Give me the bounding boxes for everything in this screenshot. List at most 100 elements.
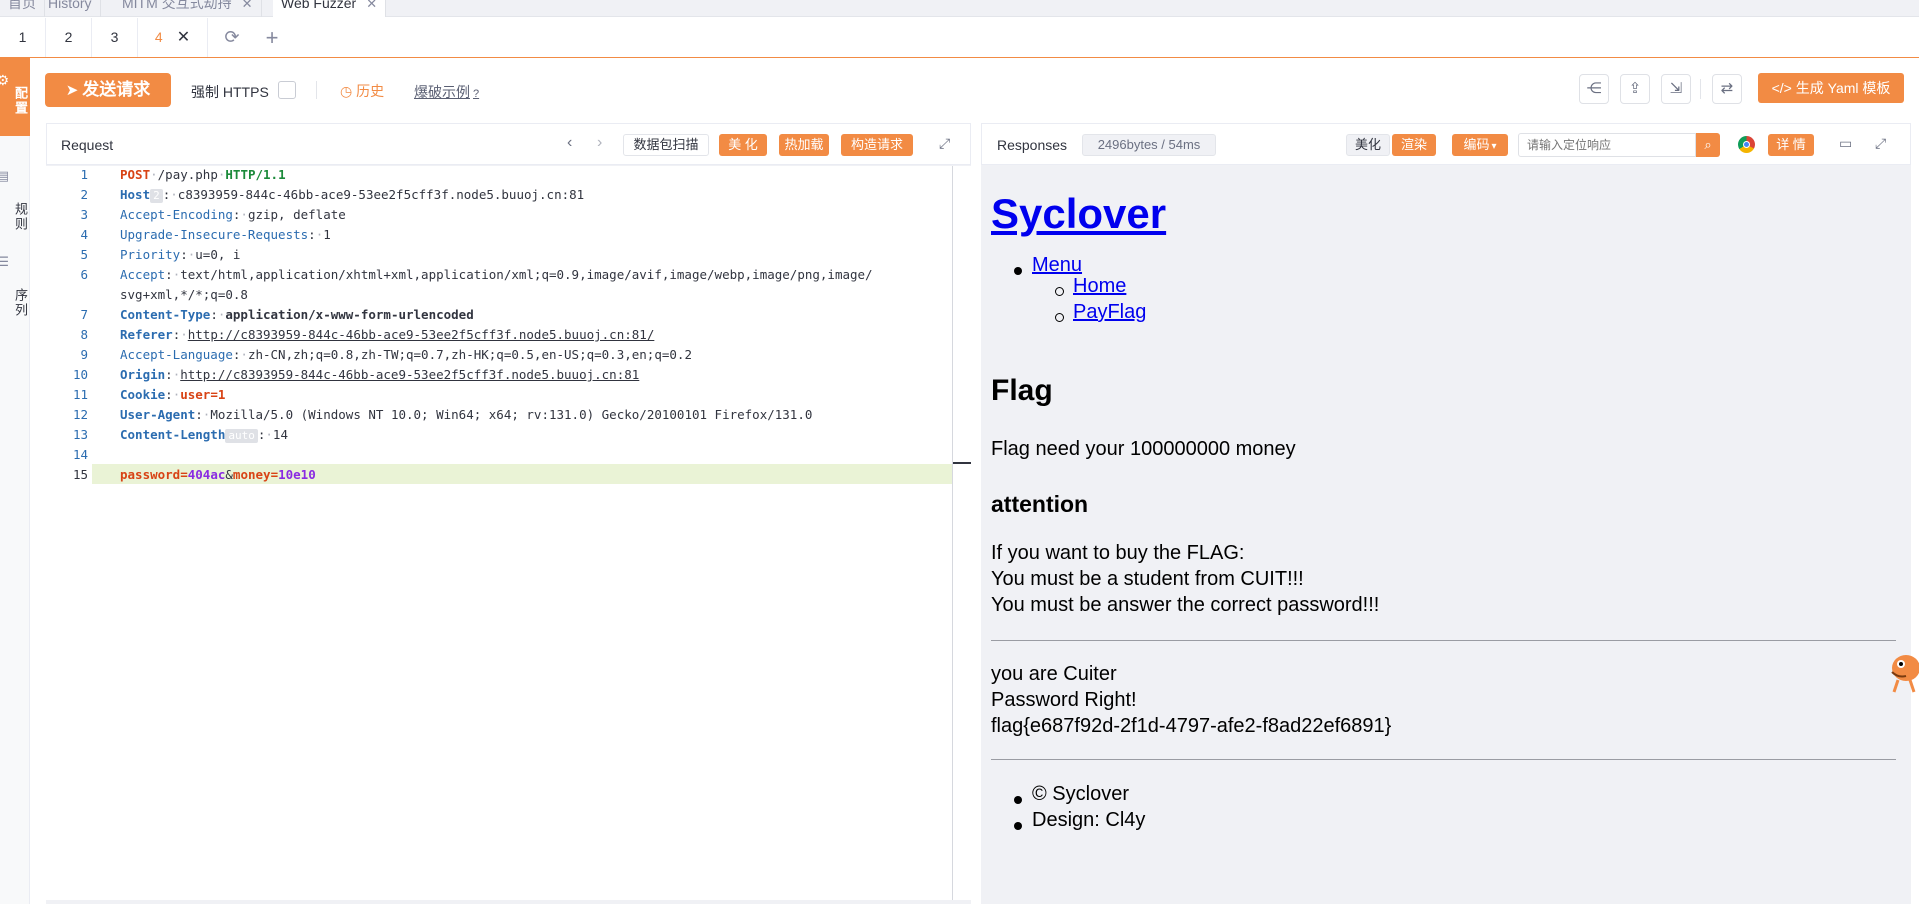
packet-scan-label: 数据包扫描 bbox=[633, 137, 699, 152]
force-https-checkbox[interactable] bbox=[278, 81, 296, 99]
result-line: Password Right! bbox=[991, 689, 1137, 711]
locate-response-input[interactable] bbox=[1518, 133, 1696, 157]
response-beautify-button[interactable]: 美化 bbox=[1346, 134, 1390, 156]
comment-icon[interactable]: ▭ bbox=[1839, 135, 1852, 152]
close-icon[interactable]: ✕ bbox=[366, 0, 377, 11]
add-tab-icon[interactable]: + bbox=[252, 18, 292, 57]
hotload-button[interactable]: 热加载 bbox=[779, 134, 829, 156]
tab-label: MITM 交互式劫持 bbox=[122, 0, 232, 11]
flag-heading: Flag bbox=[991, 374, 1053, 407]
instruction-line: You must be answer the correct password!… bbox=[991, 594, 1380, 616]
list-bullet bbox=[1014, 796, 1022, 804]
swap-icon[interactable]: ⇄ bbox=[1712, 74, 1742, 104]
tab-history[interactable]: History bbox=[40, 0, 101, 17]
render-button[interactable]: 渲染 bbox=[1392, 134, 1436, 156]
code-line: password=404ac&money=10e10 bbox=[120, 467, 316, 482]
send-request-button[interactable]: ➤ 发送请求 bbox=[45, 73, 171, 107]
code-icon: </> bbox=[1771, 80, 1792, 96]
history-label: 历史 bbox=[356, 83, 385, 99]
sidebar-item-sequence[interactable]: 序列 ☰ bbox=[0, 240, 30, 360]
refresh-icon[interactable]: ⟳ bbox=[212, 18, 252, 57]
request-editor[interactable]: 1 POST·/pay.php·HTTP/1.1 2 Host 2:·c83939… bbox=[46, 166, 971, 900]
share-icon[interactable]: ⋲ bbox=[1579, 74, 1609, 104]
menu-link[interactable]: Menu bbox=[1032, 254, 1082, 277]
flag-need-text: Flag need your 100000000 money bbox=[991, 438, 1296, 460]
hotload-label: 热加载 bbox=[784, 137, 824, 152]
export-icon[interactable]: ⇪ bbox=[1620, 74, 1650, 104]
header-key: Accept bbox=[120, 267, 166, 282]
chevron-down-icon: ▾ bbox=[1491, 141, 1497, 152]
home-link[interactable]: Home bbox=[1073, 275, 1126, 298]
detail-button[interactable]: 详 情 bbox=[1768, 134, 1814, 156]
search-icon[interactable]: ⌕ bbox=[1696, 133, 1720, 157]
line-number: 13 bbox=[72, 427, 88, 442]
code-line: Referer:·http://c8393959-844c-46bb-ace9-… bbox=[120, 327, 655, 342]
stack-icon: ☰ bbox=[0, 254, 11, 269]
result-line: you are Cuiter bbox=[991, 663, 1117, 685]
send-icon: ➤ bbox=[65, 82, 79, 99]
chevron-left-icon[interactable]: ‹ bbox=[567, 134, 572, 152]
http-protocol: HTTP/1.1 bbox=[225, 167, 286, 182]
fullscreen-icon[interactable]: ⤢ bbox=[939, 135, 950, 152]
payflag-link[interactable]: PayFlag bbox=[1073, 301, 1146, 324]
header-key: Priority bbox=[120, 247, 181, 262]
beautify-button[interactable]: 美 化 bbox=[719, 134, 767, 156]
encode-dropdown[interactable]: 编码 ▾ bbox=[1452, 134, 1508, 156]
tab-web-fuzzer[interactable]: Web Fuzzer ✕ bbox=[273, 0, 387, 17]
code-line: Origin:·http://c8393959-844c-46bb-ace9-5… bbox=[120, 367, 640, 382]
clock-icon: ◷ bbox=[340, 83, 353, 99]
tab-home[interactable]: 首页 bbox=[0, 0, 45, 17]
render-label: 渲染 bbox=[1400, 137, 1427, 152]
header-value: zh-CN,zh;q=0.8,zh-TW;q=0.7,zh-HK;q=0.5,e… bbox=[247, 347, 692, 362]
line-number: 12 bbox=[72, 407, 88, 422]
generate-yaml-button[interactable]: </> 生成 Yaml 模板 bbox=[1758, 73, 1904, 103]
line-number: 14 bbox=[72, 447, 88, 462]
construct-request-button[interactable]: 构造请求 bbox=[841, 134, 913, 156]
close-icon[interactable]: ✕ bbox=[242, 0, 253, 11]
http-method: POST bbox=[120, 167, 151, 182]
packet-scan-button[interactable]: 数据包扫描 bbox=[623, 134, 709, 156]
header-value: u=0, i bbox=[195, 247, 241, 262]
scroll-marker bbox=[953, 462, 971, 464]
footer-copyright: © Syclover bbox=[1032, 783, 1129, 805]
line-number: 9 bbox=[80, 347, 88, 362]
import-icon[interactable]: ⇲ bbox=[1661, 74, 1691, 104]
fullscreen-icon[interactable]: ⤢ bbox=[1875, 135, 1886, 152]
request-title: Request bbox=[61, 137, 114, 153]
code-line: Priority:·u=0, i bbox=[120, 247, 241, 262]
code-line: Content-Type:·application/x-www-form-url… bbox=[120, 307, 474, 322]
sidebar-item-config[interactable]: 配置 ⚙ bbox=[0, 58, 30, 136]
fuzzer-tab-2[interactable]: 2 bbox=[46, 18, 92, 57]
history-button[interactable]: ◷ 历史 bbox=[340, 81, 384, 101]
code-line: Accept:·text/html,application/xhtml+xml,… bbox=[120, 267, 873, 282]
response-header: Responses 2496bytes / 54ms 美化 渲染 编码▾ ⌕ 详… bbox=[981, 123, 1911, 165]
body-value: 10e10 bbox=[278, 467, 316, 482]
burst-example-label: 爆破示例 bbox=[414, 84, 470, 100]
close-icon[interactable]: ✕ bbox=[177, 29, 190, 46]
code-line: Host 2:·c8393959-844c-46bb-ace9-53ee2f5cf… bbox=[120, 187, 585, 203]
header-value: application/x-www-form-urlencoded bbox=[225, 307, 474, 322]
mascot-icon[interactable] bbox=[1884, 646, 1919, 696]
host-chip[interactable]: 2 bbox=[150, 189, 163, 203]
chrome-icon[interactable] bbox=[1738, 136, 1755, 153]
code-line: Upgrade-Insecure-Requests:·1 bbox=[120, 227, 331, 242]
header-key: Content-Length bbox=[120, 427, 226, 442]
code-line: User-Agent:·Mozilla/5.0 (Windows NT 10.0… bbox=[120, 407, 813, 422]
line-number: 11 bbox=[72, 387, 88, 402]
header-value: gzip, deflate bbox=[247, 207, 346, 222]
auto-chip[interactable]: auto bbox=[225, 429, 258, 443]
http-path: /pay.php bbox=[157, 167, 218, 182]
request-header: Request ‹ › 数据包扫描 美 化 热加载 构造请求 ⤢ bbox=[46, 123, 971, 165]
fuzzer-tab-1[interactable]: 1 bbox=[0, 18, 46, 57]
header-key: Accept-Language bbox=[120, 347, 233, 362]
header-value-continued: svg+xml,*/*;q=0.8 bbox=[120, 287, 248, 302]
site-heading-link[interactable]: Syclover bbox=[991, 190, 1166, 238]
sidebar-item-label: 配置 bbox=[13, 86, 28, 116]
fuzzer-tab-4[interactable]: 4 ✕ bbox=[138, 18, 208, 57]
tab-mitm[interactable]: MITM 交互式劫持 ✕ bbox=[114, 0, 262, 17]
burst-example-link[interactable]: 爆破示例? bbox=[414, 82, 479, 102]
sidebar-item-label: 序列 bbox=[13, 288, 28, 318]
chevron-right-icon[interactable]: › bbox=[597, 134, 602, 152]
tab-label: 2 bbox=[64, 29, 73, 45]
fuzzer-tab-3[interactable]: 3 bbox=[92, 18, 138, 57]
